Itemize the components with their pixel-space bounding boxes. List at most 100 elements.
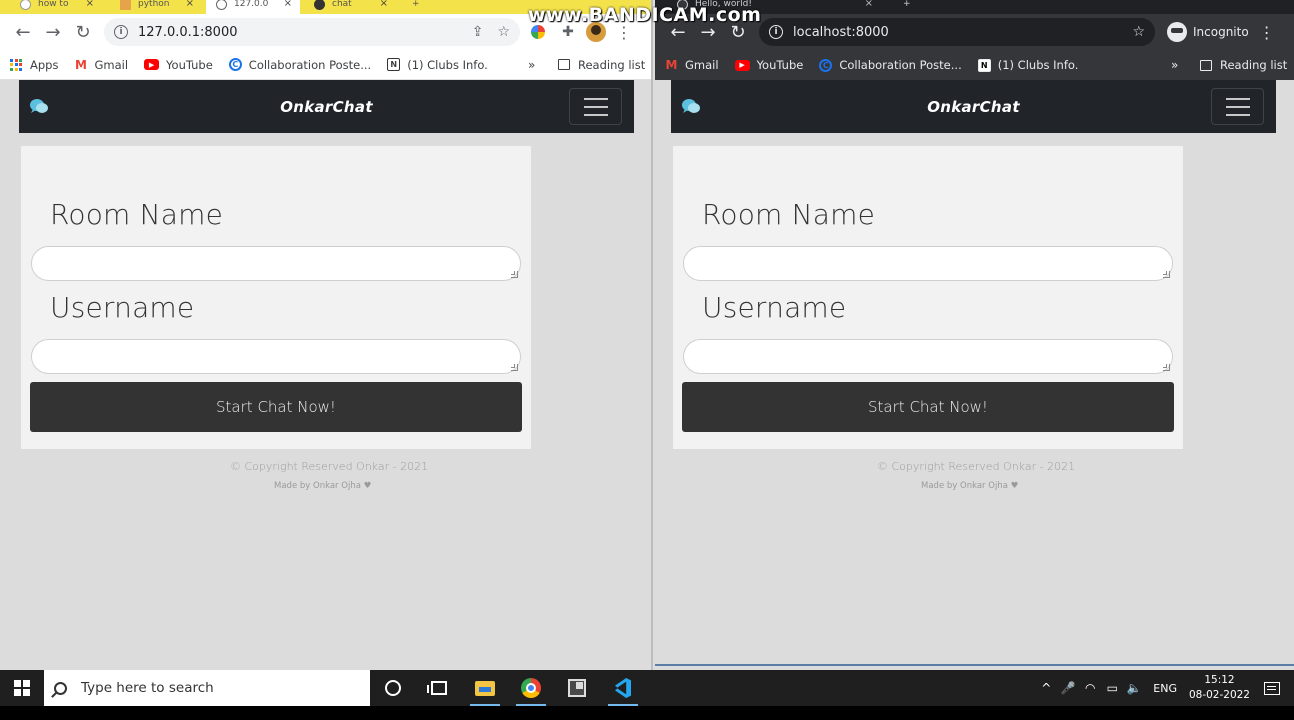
reading-list-icon — [1200, 59, 1212, 71]
bookmark-gmail[interactable]: M Gmail — [74, 58, 128, 72]
tab-close-icon[interactable]: × — [284, 0, 292, 14]
site-info-icon[interactable]: i — [114, 25, 128, 39]
chat-bubbles-icon[interactable] — [682, 98, 700, 114]
notion-icon: N — [977, 58, 991, 72]
bookmark-label: Collaboration Poste... — [248, 57, 372, 72]
bookmark-youtube[interactable]: ▶ YouTube — [734, 58, 804, 72]
bookmarks-bar: Apps M Gmail ▶ YouTube C Collaboration P… — [0, 50, 651, 80]
task-view-icon — [427, 681, 447, 695]
bookmark-gmail[interactable]: M Gmail — [665, 58, 719, 72]
tab-chat[interactable]: chat × — [304, 0, 396, 14]
browser-menu-button[interactable]: ⋮ — [1259, 23, 1275, 42]
address-bar[interactable]: i localhost:8000 ☆ — [759, 18, 1155, 46]
tab-close-icon[interactable]: × — [186, 0, 194, 14]
globe-favicon-icon — [216, 0, 227, 10]
github-favicon-icon — [314, 0, 325, 10]
bookmark-label: Collaboration Poste... — [839, 58, 962, 72]
bookmark-star-icon[interactable]: ☆ — [1132, 24, 1145, 40]
brand-name[interactable]: OnkarChat — [280, 98, 373, 116]
hamburger-line — [1225, 105, 1250, 108]
battery-icon[interactable]: ▭ — [1101, 681, 1123, 695]
tab-close-icon[interactable]: × — [865, 0, 873, 14]
left-browser-window: how to × python × 127.0.0 × chat × + ← →… — [0, 0, 653, 670]
site-info-icon[interactable]: i — [769, 25, 783, 39]
taskbar-search-box[interactable]: Type here to search — [44, 670, 370, 706]
bookmark-collaboration[interactable]: C Collaboration Poste... — [228, 57, 372, 72]
kebab-menu-icon: ⋮ — [1258, 22, 1275, 42]
more-bookmarks-button[interactable]: » — [1171, 58, 1178, 72]
chrome-taskbar-button[interactable] — [508, 670, 554, 706]
username-input[interactable] — [683, 339, 1173, 374]
room-name-label: Room Name — [702, 198, 876, 231]
chat-bubbles-icon[interactable] — [30, 98, 48, 114]
more-bookmarks-button[interactable]: » — [528, 58, 535, 72]
wifi-icon[interactable]: ◠ — [1079, 681, 1101, 695]
start-button[interactable] — [0, 670, 44, 706]
apps-grid-icon — [10, 58, 22, 71]
forward-button[interactable]: → — [38, 17, 68, 47]
incognito-indicator[interactable]: Incognito — [1167, 22, 1249, 42]
youtube-icon: ▶ — [734, 59, 750, 71]
navbar-toggler[interactable] — [1211, 88, 1264, 125]
bookmark-clubs-info[interactable]: N (1) Clubs Info. — [387, 58, 488, 72]
username-label: Username — [50, 291, 195, 324]
bookmark-label: YouTube — [166, 57, 213, 72]
bookmark-youtube[interactable]: ▶ YouTube — [144, 58, 213, 72]
task-view-button[interactable] — [416, 670, 462, 706]
cortana-button[interactable] — [370, 670, 416, 706]
room-name-input[interactable] — [683, 246, 1173, 281]
tab-python[interactable]: python × — [110, 0, 202, 14]
hamburger-line — [1225, 97, 1250, 100]
site-navbar: OnkarChat — [19, 80, 634, 133]
right-browser-window-incognito: Hello, world! × + ← → ↻ i localhost:8000… — [655, 0, 1294, 666]
notification-center-icon[interactable] — [1264, 681, 1280, 695]
youtube-icon: ▶ — [144, 59, 160, 70]
navbar-toggler[interactable] — [569, 88, 622, 125]
start-chat-button[interactable]: Start Chat Now! — [682, 382, 1174, 432]
vscode-taskbar-button[interactable] — [600, 670, 646, 706]
notion-icon: N — [387, 58, 401, 71]
reading-list-button[interactable]: Reading list — [558, 58, 645, 72]
room-name-input[interactable] — [31, 246, 521, 281]
bookmark-label: YouTube — [756, 58, 804, 72]
clock[interactable]: 15:12 08-02-2022 — [1189, 673, 1250, 703]
bookmark-apps[interactable]: Apps — [10, 58, 58, 72]
microphone-icon[interactable]: 🎤 — [1057, 681, 1079, 695]
bookmark-clubs-info[interactable]: N (1) Clubs Info. — [977, 58, 1078, 72]
vscode-icon — [613, 678, 633, 698]
username-input[interactable] — [31, 339, 521, 374]
reload-button[interactable]: ↻ — [68, 17, 98, 47]
chevron-up-icon[interactable]: ^ — [1035, 681, 1057, 695]
sublime-taskbar-button[interactable] — [554, 670, 600, 706]
address-bar[interactable]: i 127.0.0.1:8000 ⇪ ☆ — [104, 18, 520, 46]
start-chat-button[interactable]: Start Chat Now! — [30, 382, 522, 432]
bookmark-star-icon[interactable]: ☆ — [497, 24, 510, 40]
hamburger-line — [583, 97, 608, 100]
address-url: localhost:8000 — [793, 24, 889, 40]
google-favicon-icon — [20, 0, 31, 10]
tab-close-icon[interactable]: × — [86, 0, 94, 14]
share-icon[interactable]: ⇪ — [472, 24, 484, 40]
new-tab-button[interactable]: + — [404, 0, 428, 14]
tab-how-to[interactable]: how to × — [10, 0, 102, 14]
folder-icon — [475, 680, 495, 696]
reading-list-button[interactable]: Reading list — [1200, 58, 1287, 72]
language-indicator[interactable]: ENG — [1153, 682, 1177, 695]
bookmark-label: (1) Clubs Info. — [407, 57, 488, 72]
search-icon — [54, 681, 67, 695]
tab-close-icon[interactable]: × — [380, 0, 388, 14]
brand-name[interactable]: OnkarChat — [927, 98, 1020, 116]
windows-taskbar: Type here to search ^ 🎤 ◠ ▭ 🔈 ENG 15:12 … — [0, 670, 1294, 706]
windows-logo-icon — [14, 680, 30, 696]
clock-date: 08-02-2022 — [1188, 689, 1250, 701]
tab-localhost-active[interactable]: 127.0.0 × — [206, 0, 300, 14]
join-form-card: Room Name Username Start Chat Now! — [21, 146, 531, 449]
file-explorer-button[interactable] — [462, 670, 508, 706]
back-button[interactable]: ← — [8, 17, 38, 47]
volume-icon[interactable]: 🔈 — [1123, 681, 1145, 695]
new-tab-button[interactable]: + — [895, 0, 919, 14]
hamburger-line — [1225, 113, 1250, 116]
tab-title: chat — [332, 0, 352, 9]
bookmark-collaboration[interactable]: C Collaboration Poste... — [819, 58, 962, 72]
site-navbar: OnkarChat — [671, 80, 1276, 133]
